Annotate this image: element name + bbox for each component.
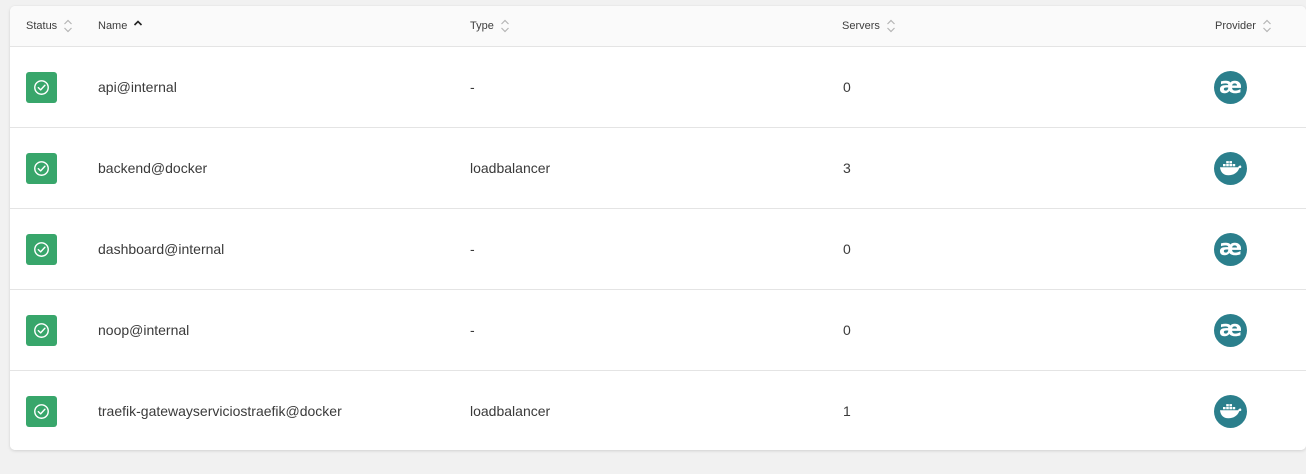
- service-servers-count: 0: [843, 79, 851, 95]
- status-success-icon: [26, 314, 57, 346]
- provider-cell: æ: [1214, 209, 1247, 289]
- table-row[interactable]: api@internal - 0 æ: [10, 47, 1306, 128]
- service-servers-count: 1: [843, 403, 851, 419]
- provider-cell: æ: [1214, 290, 1247, 370]
- service-servers-count: 0: [843, 241, 851, 257]
- sort-ascending-icon: [133, 18, 143, 34]
- column-header-label: Status: [26, 20, 58, 32]
- table-row[interactable]: noop@internal - 0 æ: [10, 290, 1306, 371]
- service-type: -: [470, 322, 475, 338]
- status-success-icon: [26, 152, 57, 184]
- docker-provider-icon: [1214, 394, 1247, 428]
- column-header-label: Name: [98, 20, 128, 32]
- table-header: Status Name Type Servers Provider: [10, 6, 1306, 47]
- status-cell: [26, 128, 57, 208]
- status-cell: [26, 47, 57, 127]
- status-cell: [26, 371, 57, 450]
- sort-unsorted-icon: [1262, 18, 1272, 34]
- service-servers-count: 0: [843, 322, 851, 338]
- internal-provider-icon: æ: [1214, 232, 1247, 266]
- column-header-label: Provider: [1215, 20, 1256, 32]
- service-type: -: [470, 241, 475, 257]
- service-name: api@internal: [98, 79, 177, 95]
- internal-provider-icon: æ: [1214, 70, 1247, 104]
- sort-unsorted-icon: [63, 18, 73, 34]
- column-header-type[interactable]: Type: [470, 6, 510, 46]
- service-type: -: [470, 79, 475, 95]
- status-success-icon: [26, 71, 57, 103]
- column-header-status[interactable]: Status: [26, 6, 73, 46]
- provider-cell: æ: [1214, 47, 1247, 127]
- provider-cell: [1214, 371, 1247, 450]
- status-success-icon: [26, 395, 57, 427]
- internal-provider-icon: æ: [1214, 313, 1247, 347]
- service-name: dashboard@internal: [98, 241, 225, 257]
- service-name: noop@internal: [98, 322, 190, 338]
- sort-unsorted-icon: [886, 18, 896, 34]
- status-success-icon: [26, 233, 57, 265]
- sort-unsorted-icon: [500, 18, 510, 34]
- provider-cell: [1214, 128, 1247, 208]
- docker-provider-icon: [1214, 151, 1247, 185]
- column-header-servers[interactable]: Servers: [842, 6, 896, 46]
- status-cell: [26, 290, 57, 370]
- column-header-label: Servers: [842, 20, 880, 32]
- column-header-provider[interactable]: Provider: [1215, 6, 1272, 46]
- table-row[interactable]: traefik-gatewayserviciostraefik@docker lo…: [10, 371, 1306, 450]
- table-row[interactable]: backend@docker loadbalancer 3: [10, 128, 1306, 209]
- service-name: backend@docker: [98, 160, 208, 176]
- column-header-name[interactable]: Name: [98, 6, 143, 46]
- service-type: loadbalancer: [470, 160, 551, 176]
- service-name: traefik-gatewayserviciostraefik@docker: [98, 403, 342, 419]
- table-row[interactable]: dashboard@internal - 0 æ: [10, 209, 1306, 290]
- services-table: Status Name Type Servers Provider api@in…: [10, 6, 1306, 450]
- column-header-label: Type: [470, 20, 494, 32]
- service-type: loadbalancer: [470, 403, 551, 419]
- service-servers-count: 3: [843, 160, 851, 176]
- status-cell: [26, 209, 57, 289]
